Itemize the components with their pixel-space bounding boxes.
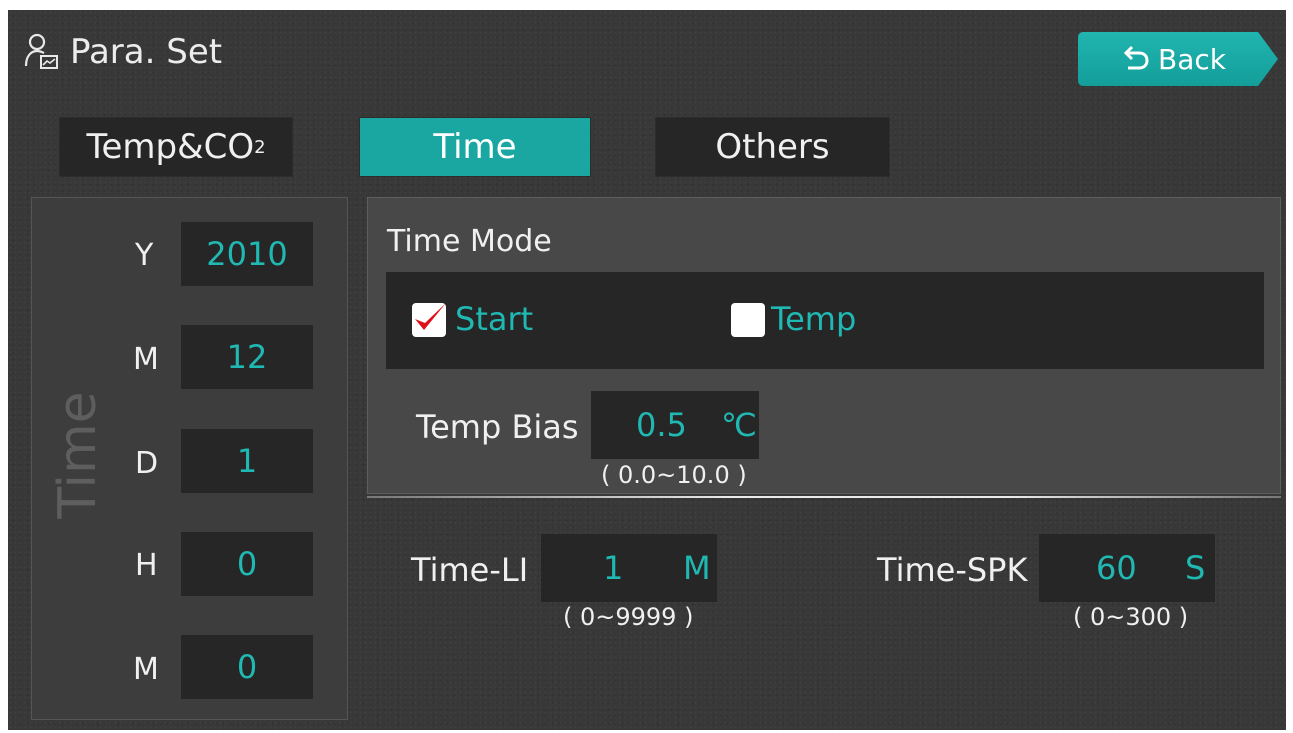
month-value-field[interactable]: 12 [181, 325, 313, 389]
tab-others[interactable]: Others [656, 118, 889, 176]
year-label: Y [135, 238, 154, 273]
tab-temp-co2-subscript: 2 [254, 136, 266, 158]
temp-bias-unit: ℃ [721, 406, 757, 444]
temp-bias-label: Temp Bias [416, 408, 579, 446]
time-spk-unit: S [1185, 549, 1206, 587]
back-arrow-icon [1123, 45, 1149, 70]
day-value-field[interactable]: 1 [181, 429, 313, 493]
time-mode-title: Time Mode [387, 224, 552, 259]
tab-temp-co2[interactable]: Temp&CO 2 [60, 118, 292, 176]
time-spk-range: ( 0~300 ) [1073, 603, 1189, 631]
temp-bias-value: 0.5 [636, 406, 687, 444]
hour-label: H [135, 548, 158, 583]
minute-value-field[interactable]: 0 [181, 635, 313, 699]
checkmark-icon [415, 303, 446, 330]
page-title: Para. Set [24, 30, 222, 74]
section-divider [367, 496, 1281, 498]
time-li-range: ( 0~9999 ) [563, 603, 694, 631]
tab-time[interactable]: Time [360, 118, 590, 176]
time-spk-input[interactable]: 60 S [1039, 534, 1215, 602]
temp-option-label: Temp [771, 300, 857, 338]
user-settings-icon [24, 33, 58, 69]
time-spk-value: 60 [1096, 549, 1137, 587]
temp-checkbox[interactable] [731, 303, 765, 337]
month-label: M [133, 342, 159, 377]
tab-others-label: Others [715, 127, 830, 167]
back-button[interactable]: Back [1078, 32, 1278, 86]
start-option-label: Start [455, 300, 534, 338]
tab-temp-co2-label: Temp&CO [86, 127, 255, 167]
back-button-label: Back [1158, 42, 1226, 76]
tab-time-label: Time [433, 127, 517, 167]
minute-label: M [133, 652, 159, 687]
time-li-input[interactable]: 1 M [541, 534, 717, 602]
time-panel-vertical-label: Time [48, 391, 108, 519]
hour-value-field[interactable]: 0 [181, 532, 313, 596]
temp-bias-input[interactable]: 0.5 ℃ [591, 391, 759, 459]
day-label: D [135, 446, 159, 481]
time-li-label: Time-LI [411, 551, 529, 589]
temp-bias-range: ( 0.0~10.0 ) [601, 461, 747, 489]
start-checkbox[interactable] [412, 303, 446, 337]
time-li-unit: M [683, 549, 711, 587]
time-li-value: 1 [603, 549, 624, 587]
time-spk-label: Time-SPK [877, 551, 1028, 589]
page-title-text: Para. Set [70, 32, 223, 72]
year-value-field[interactable]: 2010 [181, 222, 313, 286]
